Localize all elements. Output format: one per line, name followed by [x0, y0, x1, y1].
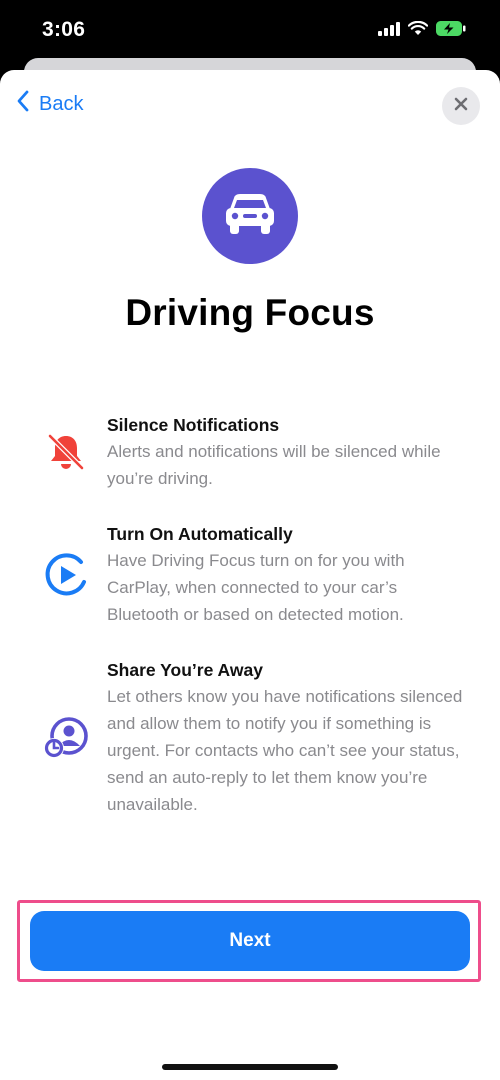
close-button[interactable] [442, 87, 480, 125]
feature-description: Let others know you have notifications s… [107, 687, 463, 814]
home-indicator[interactable] [162, 1064, 338, 1070]
status-time: 3:06 [42, 18, 86, 41]
car-icon [222, 192, 278, 241]
feature-text: Share You’re Away Let others know you ha… [107, 657, 467, 818]
auto-play-icon [40, 549, 92, 601]
feature-text: Silence Notifications Alerts and notific… [107, 412, 467, 492]
cellular-signal-icon [378, 21, 400, 41]
status-bar: 3:06 [0, 0, 500, 62]
feature-title: Silence Notifications [107, 415, 280, 435]
feature-description: Have Driving Focus turn on for you with … [107, 551, 405, 624]
wifi-icon [407, 20, 429, 41]
back-label: Back [39, 92, 84, 115]
status-icons [378, 20, 466, 41]
feature-title: Turn On Automatically [107, 524, 293, 544]
driving-focus-badge [202, 168, 298, 264]
chevron-left-icon [16, 90, 29, 118]
back-button[interactable]: Back [16, 90, 83, 118]
page-title: Driving Focus [125, 292, 375, 333]
feature-text: Turn On Automatically Have Driving Focus… [107, 521, 467, 628]
feature-title: Share You’re Away [107, 660, 263, 680]
close-icon [454, 97, 468, 116]
feature-description: Alerts and notifications will be silence… [107, 442, 441, 488]
battery-charging-icon [436, 21, 466, 41]
next-button[interactable]: Next [30, 911, 470, 971]
bell-slash-icon [40, 426, 92, 478]
share-away-icon [40, 713, 92, 765]
